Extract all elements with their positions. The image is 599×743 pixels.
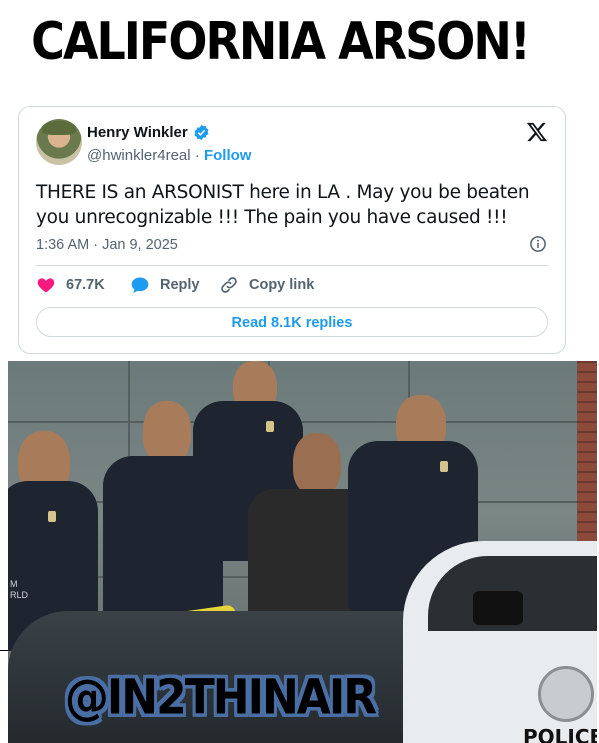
tweet-card: Henry Winkler @hwinkler4real · Follow TH… xyxy=(18,106,566,354)
read-replies-button[interactable]: Read 8.1K replies xyxy=(36,307,548,337)
link-icon xyxy=(221,277,237,293)
police-text: POLICE xyxy=(523,725,597,743)
info-icon[interactable] xyxy=(529,235,547,253)
copy-link-button[interactable]: Copy link xyxy=(219,275,314,295)
follow-button[interactable]: Follow xyxy=(204,147,252,164)
tweet-text: THERE IS an ARSONIST here in LA . May yo… xyxy=(36,182,530,228)
jacket-text: M RLD xyxy=(10,579,29,600)
author-name[interactable]: Henry Winkler xyxy=(87,124,188,141)
handle[interactable]: @hwinkler4real xyxy=(87,147,191,164)
side-mirror xyxy=(473,591,523,625)
reply-bubble-icon xyxy=(131,277,149,293)
timestamp[interactable]: 1:36 AM · Jan 9, 2025 xyxy=(36,237,178,253)
city-seal-icon xyxy=(538,666,594,722)
like-button[interactable]: 67.7K xyxy=(36,275,105,295)
reply-label: Reply xyxy=(160,277,200,293)
divider xyxy=(36,265,548,266)
avatar[interactable] xyxy=(36,119,82,165)
copy-link-label: Copy link xyxy=(249,277,315,293)
watermark: @IN2THINAIR xyxy=(64,669,377,726)
side-mark xyxy=(0,650,8,651)
headline: CALIFORNIA ARSON! xyxy=(31,10,531,72)
handle-line: @hwinkler4real · Follow xyxy=(87,147,251,164)
reply-button[interactable]: Reply xyxy=(130,275,200,295)
x-logo-icon[interactable] xyxy=(526,121,548,143)
like-count: 67.7K xyxy=(66,277,105,293)
handle-separator: · xyxy=(190,147,204,164)
heart-icon xyxy=(37,278,55,293)
verified-icon xyxy=(194,124,209,141)
